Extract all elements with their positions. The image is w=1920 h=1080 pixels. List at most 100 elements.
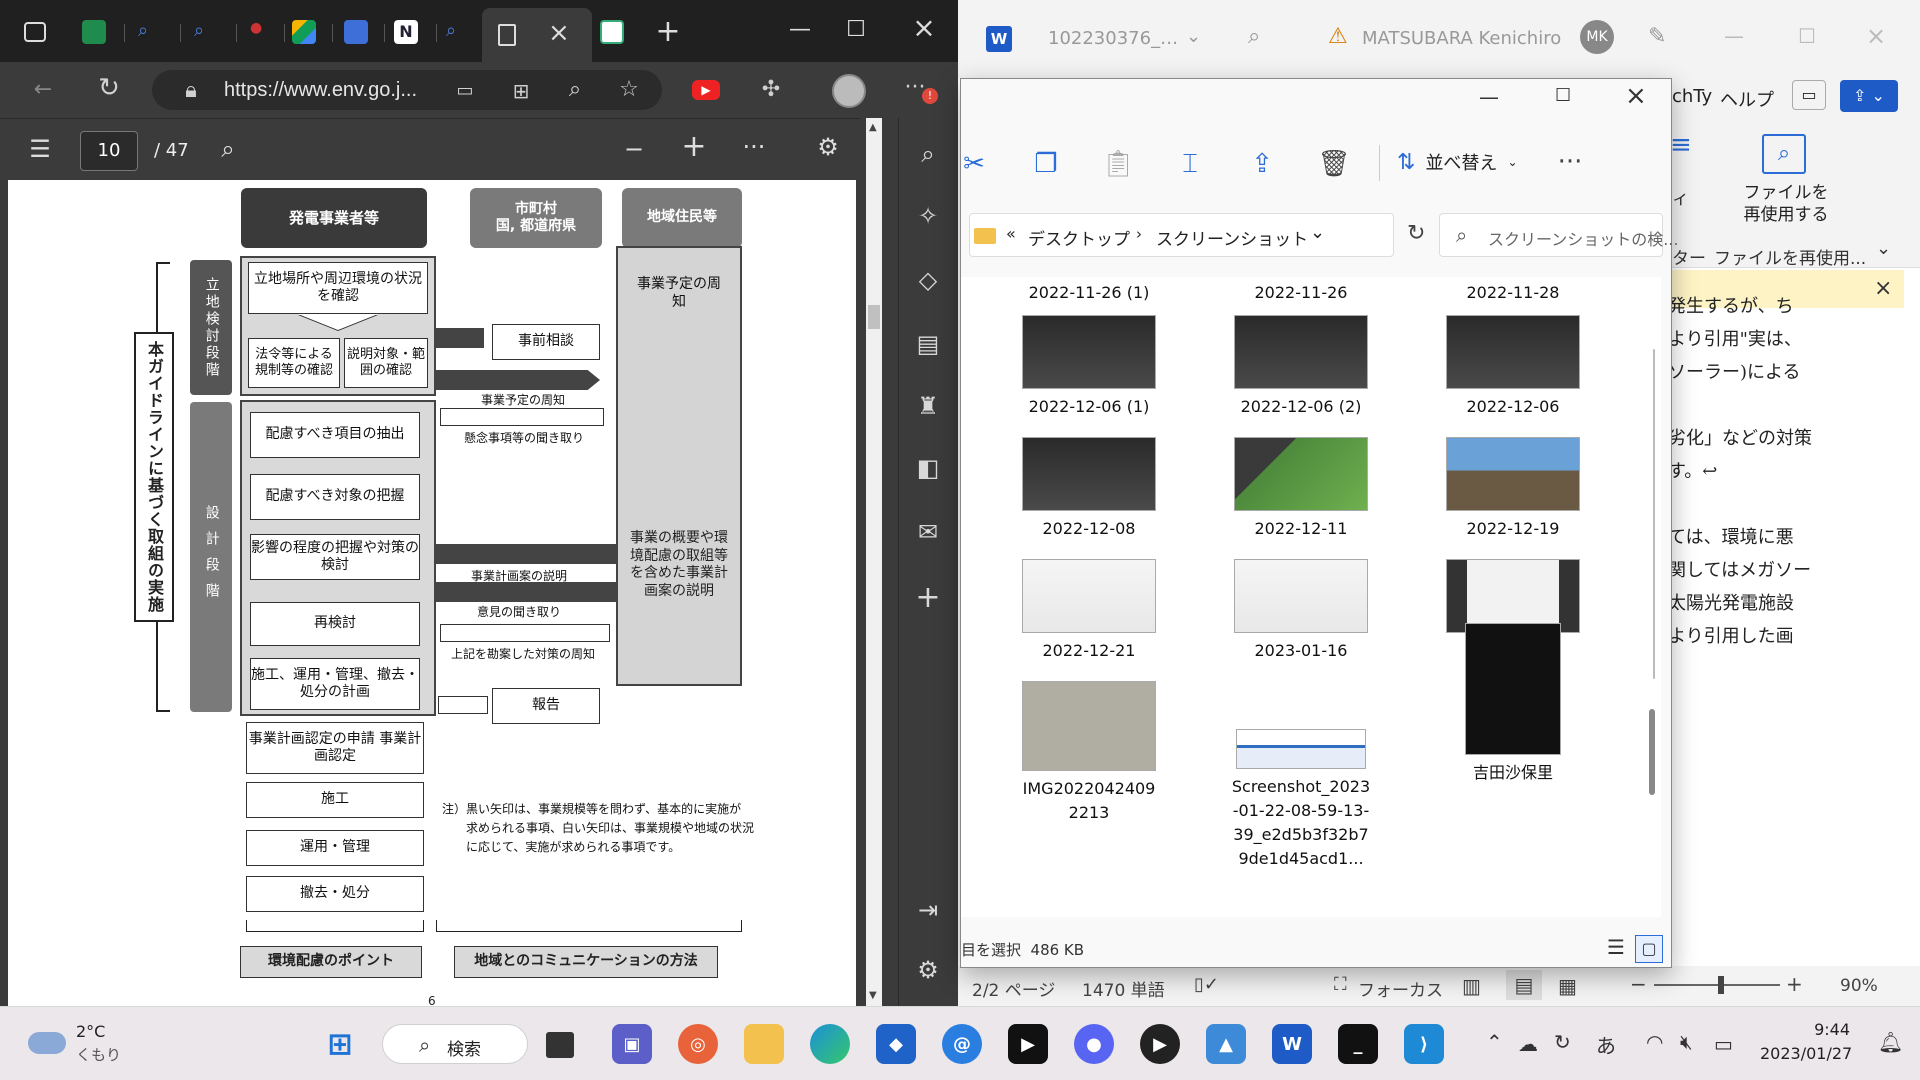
sidebar-add-icon[interactable]: +: [910, 583, 946, 613]
app-orange-icon[interactable]: ◎: [678, 1024, 718, 1064]
url-text[interactable]: https://www.env.go.j...: [224, 79, 417, 102]
sidebar-shopping-icon[interactable]: ◇: [910, 266, 946, 294]
file-item[interactable]: 2022-12-06: [1433, 315, 1593, 419]
doc-name-chevron-icon[interactable]: ⌄: [1186, 26, 1201, 47]
tab-close-icon[interactable]: ×: [548, 18, 570, 48]
tab-active-pdf[interactable]: ×: [482, 8, 592, 62]
banner-close-icon[interactable]: ×: [1874, 276, 1892, 301]
pdf-scroll-thumb[interactable]: [868, 305, 880, 329]
sidebar-search-icon[interactable]: ⌕: [910, 140, 946, 168]
battery-icon[interactable]: ▭: [1714, 1032, 1733, 1056]
tab-search-icon-1[interactable]: ⌕: [138, 20, 162, 44]
sort-button[interactable]: ⇅ 並べ替え ⌄: [1397, 149, 1518, 175]
breadcrumb-overflow[interactable]: «: [1006, 224, 1016, 243]
file-label-top-1[interactable]: 2022-11-26 (1): [1009, 281, 1169, 305]
pdf-scrollbar[interactable]: ▲ ▼: [866, 118, 882, 1006]
minimize-button[interactable]: —: [780, 18, 820, 42]
sidebar-tools-icon[interactable]: ▤: [910, 330, 946, 358]
file-item[interactable]: 吉田沙保里: [1433, 623, 1593, 785]
player-icon[interactable]: ▶: [1140, 1024, 1180, 1064]
reuse-file-icon[interactable]: ⌕: [1762, 134, 1806, 174]
profile-avatar[interactable]: [832, 74, 866, 108]
contents-list-icon[interactable]: ☰: [24, 136, 56, 162]
breadcrumb-screenshots[interactable]: スクリーンショット: [1156, 225, 1308, 250]
word-search-icon[interactable]: ⌕: [1248, 24, 1260, 49]
youtube-extension-icon[interactable]: ▶: [692, 80, 720, 100]
print-layout-icon[interactable]: ▤: [1506, 970, 1542, 1000]
sidebar-hide-icon[interactable]: ⇥: [910, 896, 946, 924]
rename-icon[interactable]: ⌶: [1173, 149, 1207, 180]
refresh-icon[interactable]: ↻: [94, 75, 124, 101]
clock[interactable]: 9:44 2023/01/27: [1760, 1018, 1852, 1066]
zoom-in-button[interactable]: +: [678, 132, 710, 162]
app-available-icon[interactable]: ▭: [450, 79, 480, 103]
reuse-file-button[interactable]: ファイルを 再使用する: [1736, 182, 1836, 226]
status-words[interactable]: 1470 単語: [1082, 976, 1165, 1001]
pdf-settings-icon[interactable]: ⚙: [812, 134, 844, 160]
breadcrumb-desktop[interactable]: デスクトップ: [1028, 225, 1130, 250]
zoom-level[interactable]: 90%: [1840, 976, 1878, 996]
paste-icon[interactable]: 📋︎: [1101, 149, 1135, 179]
file-item[interactable]: 2022-12-08: [1009, 437, 1169, 541]
file-explorer-icon[interactable]: [744, 1024, 784, 1064]
zoom-out-button[interactable]: −: [618, 136, 650, 162]
word-taskbar-icon[interactable]: W: [1272, 1024, 1312, 1064]
file-item[interactable]: 2023-01-16: [1221, 559, 1381, 663]
close-button[interactable]: ×: [904, 14, 944, 42]
edge-icon[interactable]: [810, 1024, 850, 1064]
status-pages[interactable]: 2/2 ページ: [972, 976, 1055, 1001]
copy-icon[interactable]: ❐: [1029, 149, 1063, 179]
file-label-top-2[interactable]: 2022-11-26: [1221, 281, 1381, 305]
sidebar-outlook-icon[interactable]: ✉: [910, 518, 946, 546]
word-minimize-icon[interactable]: —: [1724, 24, 1744, 48]
volume-muted-icon[interactable]: 🔇︎: [1680, 1030, 1693, 1054]
file-item[interactable]: 2022-12-21: [1009, 559, 1169, 663]
comments-icon[interactable]: ▭: [1792, 80, 1826, 110]
file-item[interactable]: 2022-12-11: [1221, 437, 1381, 541]
explorer-maximize-icon[interactable]: ☐: [1555, 85, 1571, 106]
discord-icon[interactable]: ●: [1074, 1024, 1114, 1064]
scroll-down-arrow[interactable]: ▼: [869, 990, 877, 1001]
sidebar-games-icon[interactable]: ♜: [910, 392, 946, 420]
details-view-icon[interactable]: ☰: [1607, 935, 1625, 959]
share-icon[interactable]: ⇪: [1245, 149, 1279, 179]
zoom-out-word-icon[interactable]: −: [1630, 972, 1647, 996]
tab-favicon-1[interactable]: [82, 20, 106, 44]
tiles-view-icon[interactable]: ▢: [1635, 935, 1663, 963]
sidebar-settings-icon[interactable]: ⚙: [910, 956, 946, 984]
vscode-icon[interactable]: ⟩: [1404, 1024, 1444, 1064]
tab-actions-icon[interactable]: [24, 22, 46, 42]
tab-docs-icon[interactable]: [344, 20, 368, 44]
word-maximize-icon[interactable]: ☐: [1798, 24, 1816, 48]
onedrive-icon[interactable]: ☁: [1518, 1032, 1538, 1056]
ribbon-collapse-icon[interactable]: ⌄: [1876, 238, 1891, 259]
status-focus[interactable]: フォーカス: [1358, 976, 1443, 1001]
read-mode-icon[interactable]: ▥: [1462, 974, 1481, 998]
tab-n-icon[interactable]: N: [394, 20, 418, 44]
tab-search-icon-2[interactable]: ⌕: [194, 20, 218, 44]
page-number-input[interactable]: 10: [80, 131, 138, 171]
explorer-search-box[interactable]: ⌕ スクリーンショットの検...: [1439, 213, 1678, 257]
ribbon-tab-help[interactable]: ヘルプ: [1720, 86, 1774, 112]
pdf-search-icon[interactable]: ⌕: [212, 136, 244, 162]
file-item[interactable]: IMG20220424092213: [1009, 681, 1169, 825]
address-history-chevron-icon[interactable]: ⌄: [1310, 222, 1325, 243]
file-item[interactable]: 2022-12-06 (1): [1009, 315, 1169, 419]
start-button-icon[interactable]: ⊞: [320, 1024, 360, 1064]
task-view-icon[interactable]: [546, 1032, 574, 1058]
tray-overflow-icon[interactable]: ⌃: [1486, 1030, 1503, 1054]
web-layout-icon[interactable]: ▦: [1558, 974, 1577, 998]
more-options-icon[interactable]: ···: [1553, 147, 1587, 177]
pdf-more-icon[interactable]: ···: [738, 134, 770, 160]
word-close-icon[interactable]: ×: [1866, 22, 1886, 50]
explorer-minimize-icon[interactable]: —: [1479, 85, 1499, 109]
word-doc-name[interactable]: 102230376_…: [1048, 28, 1178, 49]
weather-widget[interactable]: 2°C くもり: [28, 1022, 128, 1066]
ribbon-tab-partial[interactable]: chTy: [1672, 86, 1712, 107]
word-user-name[interactable]: MATSUBARA Kenichiro: [1362, 28, 1561, 49]
file-item[interactable]: Screenshot_2023-01-22-08-59-13-39_e2d5b3…: [1221, 681, 1381, 871]
wifi-icon[interactable]: ◠: [1646, 1030, 1663, 1054]
file-item[interactable]: 2022-12-19: [1433, 437, 1593, 541]
proofing-icon[interactable]: ▯✓: [1194, 974, 1219, 995]
store-icon[interactable]: ◆: [876, 1024, 916, 1064]
